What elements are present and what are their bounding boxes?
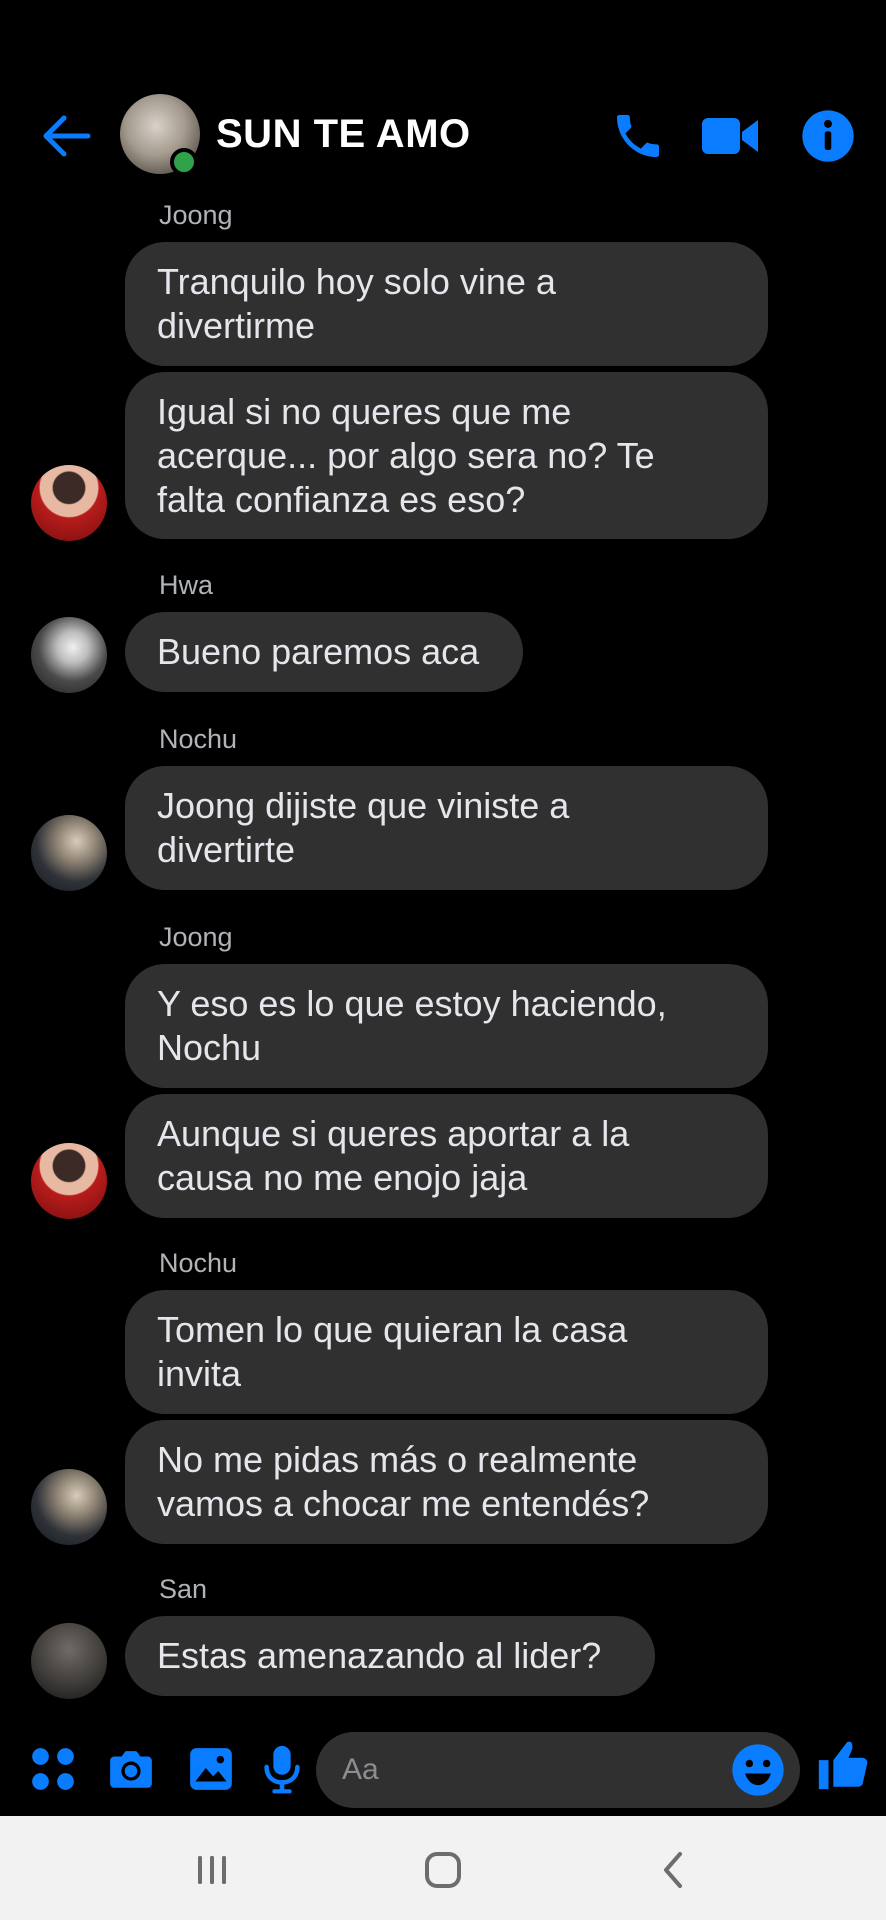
system-navigation-bar [0,1816,886,1920]
recent-apps-icon[interactable] [190,1848,234,1892]
chat-header: SUN TE AMO [0,88,886,182]
message-input[interactable] [342,1732,722,1808]
message-text: Bueno paremos aca [157,631,480,672]
home-icon[interactable] [421,1848,465,1892]
message-text: Joong dijiste que viniste a divertirte [157,785,570,870]
message-text: Y eso es lo que estoy haciendo, Nochu [157,983,667,1068]
avatar-hwa[interactable] [31,617,107,693]
message-bubble[interactable]: Tranquilo hoy solo vine a divertirme [125,242,768,366]
avatar-nochu[interactable] [31,815,107,891]
back-icon[interactable] [652,1848,696,1892]
thumbs-up-icon[interactable] [814,1736,872,1794]
sender-name: Joong [159,200,233,230]
video-camera-icon[interactable] [700,108,760,164]
message-text: Tranquilo hoy solo vine a divertirme [157,261,556,346]
phone-icon[interactable] [610,108,666,164]
sender-name: San [159,1574,208,1604]
avatar-joong[interactable] [31,465,107,541]
message-bubble[interactable]: Igual si no queres que me acerque... por… [125,372,768,539]
sender-name: Hwa [159,570,214,600]
microphone-icon[interactable] [260,1744,304,1794]
info-icon[interactable] [800,108,856,164]
sender-name: Nochu [159,1248,238,1278]
back-arrow-icon[interactable] [40,114,92,158]
message-input-pill[interactable] [316,1732,800,1808]
sender-name: Joong [159,922,233,952]
chat-title[interactable]: SUN TE AMO [216,112,471,157]
message-bubble[interactable]: Aunque si queres aportar a la causa no m… [125,1094,768,1218]
message-text: Aunque si queres aportar a la causa no m… [157,1113,630,1198]
apps-icon[interactable] [28,1744,78,1794]
message-bubble[interactable]: Joong dijiste que viniste a divertirte [125,766,768,890]
message-bubble[interactable]: Tomen lo que quieran la casa invita [125,1290,768,1414]
gallery-icon[interactable] [186,1744,236,1794]
message-text: No me pidas más o realmente vamos a choc… [157,1439,650,1524]
online-status-dot [170,148,198,176]
message-bubble[interactable]: No me pidas más o realmente vamos a choc… [125,1420,768,1544]
sender-name: Nochu [159,724,238,754]
message-text: Estas amenazando al lider? [157,1635,602,1676]
message-text: Igual si no queres que me acerque... por… [157,390,655,520]
message-text: Tomen lo que quieran la casa invita [157,1309,628,1394]
camera-icon[interactable] [106,1744,156,1794]
message-bubble[interactable]: Y eso es lo que estoy haciendo, Nochu [125,964,768,1088]
messenger-chat-screen: SUN TE AMO Joong Tranquilo hoy solo vine… [0,0,886,1920]
message-composer [0,1722,886,1816]
emoji-icon[interactable] [730,1742,786,1798]
avatar-joong[interactable] [31,1143,107,1219]
message-bubble[interactable]: Estas amenazando al lider? [125,1616,655,1696]
avatar-san[interactable] [31,1623,107,1699]
message-bubble[interactable]: Bueno paremos aca [125,612,523,692]
avatar-nochu[interactable] [31,1469,107,1545]
